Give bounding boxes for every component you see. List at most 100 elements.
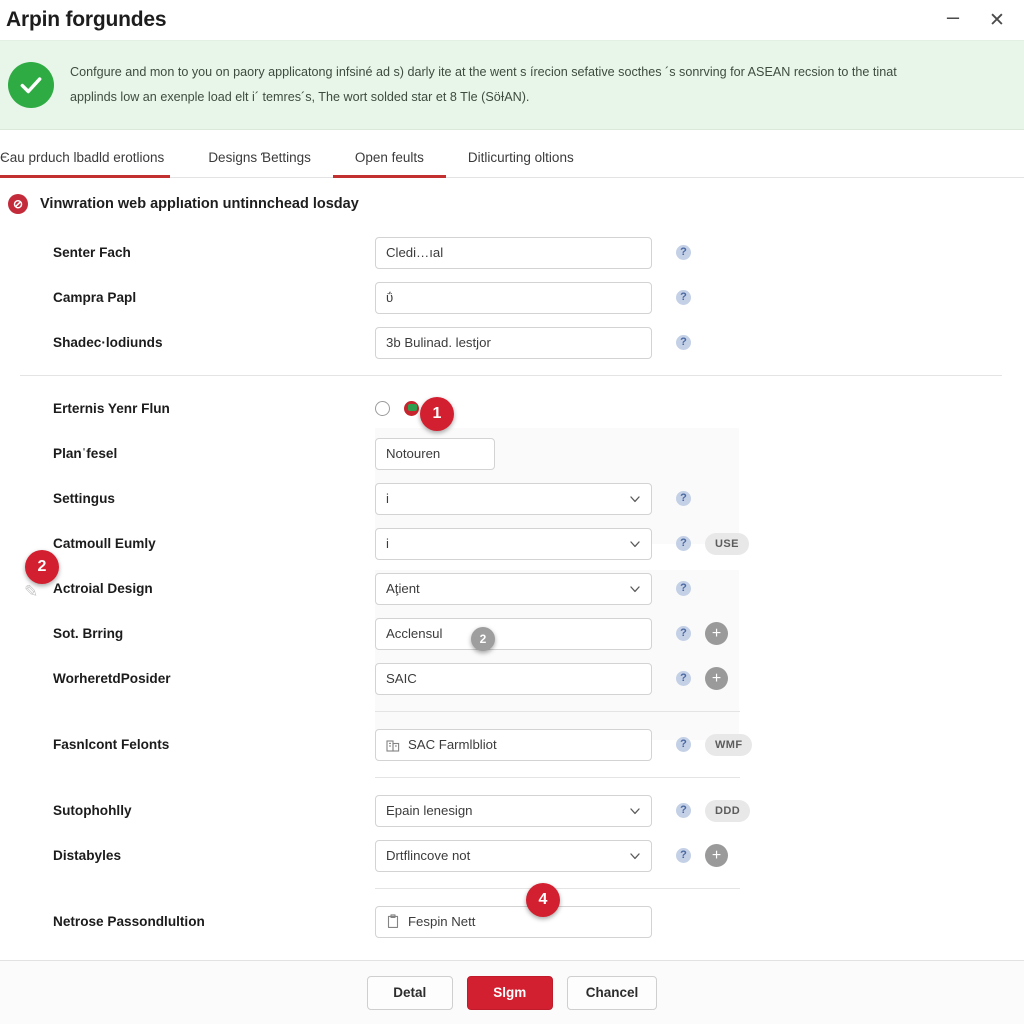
tab-bar: Єau prduch lbadld erotlions Designs Ɓett… (0, 130, 1024, 178)
step-marker-2-gray[interactable]: 2 (471, 627, 495, 651)
chevron-down-icon (630, 494, 640, 504)
sot-brring-input[interactable]: Acclensul (375, 617, 652, 650)
field-control: Notouren (375, 437, 652, 470)
field-control: SAIC (375, 662, 652, 695)
input-value: Cledi…ıal (386, 245, 444, 260)
catmoull-eumly-select[interactable]: i (375, 527, 652, 560)
field-label: Actroial Design (53, 581, 153, 596)
field-label: Planˈfesel (53, 446, 118, 461)
help-icon[interactable]: ? (676, 290, 691, 305)
application-window: Arpin forgundes – ✕ Confgure and mon to … (0, 0, 1024, 1024)
field-label: WorheretdPosider (53, 671, 171, 686)
field-label: Fasnlcont Felonts (53, 737, 170, 752)
error-circle-icon: ⊘ (8, 194, 28, 214)
help-icon[interactable]: ? (676, 671, 691, 686)
form-row-campra-papl: Campra Papl ΰ ? (0, 275, 1024, 320)
sutophohlly-select[interactable]: Epain lenesign (375, 794, 652, 827)
window-controls: – ✕ (940, 6, 1010, 33)
help-icon[interactable]: ? (676, 737, 691, 752)
campra-papl-input[interactable]: ΰ (375, 281, 652, 314)
netrose-passondlultion-input[interactable]: Fespin Nett (375, 905, 652, 938)
shadec-lodiunds-input[interactable]: 3b Bulinad. lestjor (375, 326, 652, 359)
input-value: Fespin Nett (408, 914, 476, 929)
input-value: SAC Farmlbliot (408, 737, 497, 752)
add-icon[interactable]: + (705, 667, 728, 690)
row-extras: ? (676, 491, 691, 506)
help-icon[interactable]: ? (676, 848, 691, 863)
form-row-settingus: Settingus i ? (0, 476, 1024, 521)
tab-open-feults[interactable]: Open feults (332, 150, 446, 178)
plan-fesel-input[interactable]: Notouren (375, 437, 495, 470)
minimize-icon[interactable]: – (940, 6, 966, 33)
help-icon[interactable]: ? (676, 536, 691, 551)
form-row-erternis-yenr-flun: Erternis Yenr Flun (0, 386, 1024, 431)
add-icon[interactable]: + (705, 844, 728, 867)
row-extras: ? WMF (676, 733, 753, 756)
wmf-badge[interactable]: WMF (705, 733, 753, 756)
use-badge[interactable]: USE (705, 532, 749, 555)
field-control: i (375, 527, 652, 560)
alert-message-line2: applinds low an exenple load elt i´ temr… (70, 90, 530, 104)
tab-eau-prduch[interactable]: Єau prduch lbadld erotlions (0, 150, 186, 178)
close-icon[interactable]: ✕ (984, 7, 1010, 33)
tab-label: Designs Ɓettings (208, 150, 311, 165)
step-marker-1[interactable]: 1 (420, 397, 454, 431)
field-control: Fespin Nett (375, 905, 652, 938)
tab-label: Open feults (354, 150, 424, 165)
distabyles-select[interactable]: Drtflincove not (375, 839, 652, 872)
row-extras: ? + (676, 844, 728, 867)
actroial-design-select[interactable]: Aţient (375, 572, 652, 605)
field-label: Netrose Passondlultion (53, 914, 205, 929)
row-extras: ? (676, 290, 691, 305)
step-marker-2[interactable]: 2 (25, 550, 59, 584)
help-icon[interactable]: ? (676, 581, 691, 596)
form-row-fasnlcont-felonts: Fasnlcont Felonts SAC Farmlbliot ? WMF (0, 722, 1024, 767)
help-icon[interactable]: ? (676, 803, 691, 818)
ddd-badge[interactable]: DDD (705, 799, 751, 822)
fasnlcont-felonts-input[interactable]: SAC Farmlbliot (375, 728, 652, 761)
submit-button[interactable]: Slgm (466, 975, 553, 1010)
section-header: ⊘ Vinwration web applıation untinnchead … (0, 194, 1024, 214)
chevron-down-icon (630, 851, 640, 861)
add-icon[interactable]: + (705, 622, 728, 645)
pencil-icon: ✎ (24, 582, 39, 601)
form-row-netrose-passondlultion: Netrose Passondlultion Fespin Nett (0, 899, 1024, 944)
help-icon[interactable]: ? (676, 491, 691, 506)
radio-option-2-selected[interactable] (404, 401, 419, 416)
group-divider-upper (375, 711, 740, 712)
row-extras: ? USE (676, 532, 749, 555)
tab-label: Ditlicurting oltions (467, 150, 574, 165)
help-icon[interactable]: ? (676, 335, 691, 350)
help-icon[interactable]: ? (676, 626, 691, 641)
step-marker-4[interactable]: 4 (526, 883, 560, 917)
input-value: Notouren (386, 446, 441, 461)
field-label: Senter Fach (53, 245, 131, 260)
row-extras: ? DDD (676, 799, 751, 822)
field-control: 3b Bulinad. lestjor (375, 326, 652, 359)
form-row-plan-fesel: Planˈfesel Notouren (0, 431, 1024, 476)
radio-option-1[interactable] (375, 401, 390, 416)
field-control: ΰ (375, 281, 652, 314)
group-divider-bottom (375, 888, 740, 889)
field-label: Campra Papl (53, 290, 137, 305)
row-extras: ? (676, 335, 691, 350)
row-extras: ? (676, 245, 691, 260)
help-icon[interactable]: ? (676, 245, 691, 260)
field-label: Shadec·lodiunds (53, 335, 163, 350)
field-control: Aţient (375, 572, 652, 605)
tab-designs-settings[interactable]: Designs Ɓettings (186, 150, 333, 177)
success-alert-banner: Confgure and mon to you on paory applica… (0, 40, 1024, 130)
select-value: i (386, 491, 389, 506)
field-control: SAC Farmlbliot (375, 728, 652, 761)
cancel-button[interactable]: Chancel (566, 975, 658, 1010)
title-bar: Arpin forgundes – ✕ (0, 0, 1024, 40)
worheretdposider-input[interactable]: SAIC (375, 662, 652, 695)
row-extras: ? (676, 581, 691, 596)
detail-button[interactable]: Detal (366, 975, 453, 1010)
field-control: i (375, 482, 652, 515)
field-label: Settingus (53, 491, 115, 506)
field-control: Acclensul (375, 617, 652, 650)
settingus-select[interactable]: i (375, 482, 652, 515)
tab-ditlicurting-oltions[interactable]: Ditlicurting oltions (446, 150, 596, 177)
senter-fach-input[interactable]: Cledi…ıal (375, 236, 652, 269)
